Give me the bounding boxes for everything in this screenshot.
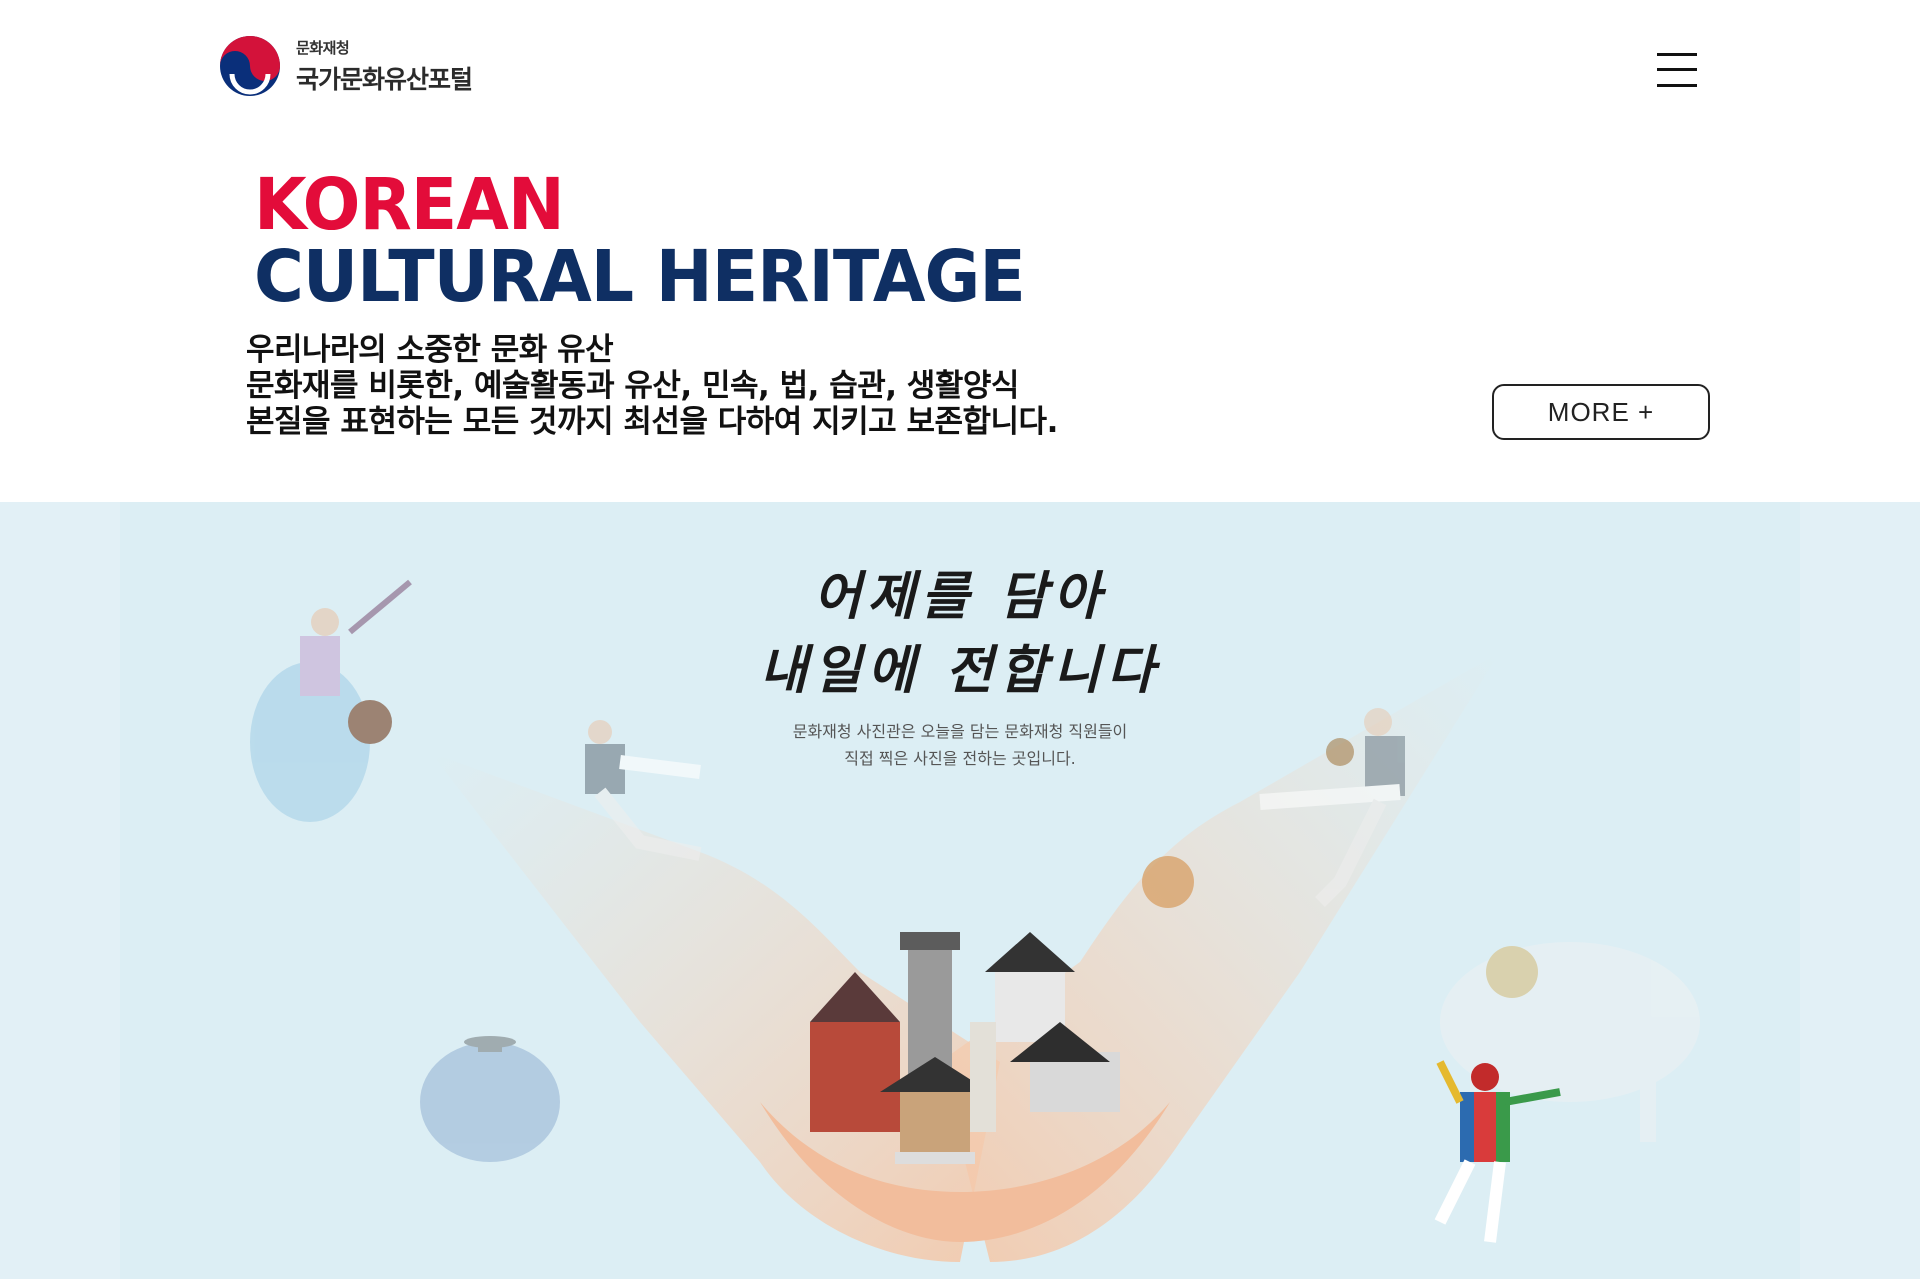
site-header: 문화재청 국가문화유산포털 [0,0,1920,140]
heritage-banner: 어제를 담아 내일에 전합니다 문화재청 사진관은 오늘을 담는 문화재청 직원… [0,502,1920,1279]
hero-desc-line: 우리나라의 소중한 문화 유산 [246,332,614,368]
hero-title-line2: CULTURAL HERITAGE [254,236,1026,319]
banner-headline: 어제를 담아 내일에 전합니다 [0,560,1920,708]
hero-description: 우리나라의 소중한 문화 유산 문화재를 비롯한, 예술활동과 유산, 민속, … [246,332,1058,440]
banner-headline-line: 내일에 전합니다 [759,640,1161,701]
more-button[interactable]: MORE + [1492,384,1710,440]
hero-title-line1: KOREAN [254,164,565,247]
hero-desc-line: 문화재를 비롯한, 예술활동과 유산, 민속, 법, 습관, 생활양식 [246,368,1019,404]
banner-headline-line: 어제를 담아 [813,566,1107,627]
banner-caption-line: 문화재청 사진관은 오늘을 담는 문화재청 직원들이 [792,722,1128,741]
logo-subtitle: 문화재청 [296,38,350,57]
logo-title: 국가문화유산포털 [296,64,473,94]
taegeuk-logo-icon [220,36,280,96]
hamburger-menu-icon[interactable] [1654,50,1700,90]
banner-caption: 문화재청 사진관은 오늘을 담는 문화재청 직원들이 직접 찍은 사진을 전하는… [0,718,1920,772]
site-logo[interactable]: 문화재청 국가문화유산포털 [218,34,473,98]
banner-caption-line: 직접 찍은 사진을 전하는 곳입니다. [844,749,1076,768]
hero-desc-line: 본질을 표현하는 모든 것까지 최선을 다하여 지키고 보존합니다. [246,404,1058,440]
hero-title: KOREAN CULTURAL HERITAGE [254,164,1026,319]
